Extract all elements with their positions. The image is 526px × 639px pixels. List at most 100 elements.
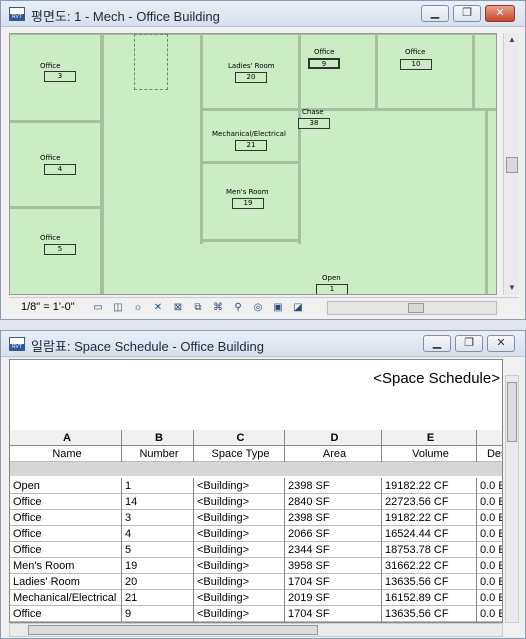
cell[interactable]: 1704 SF (285, 574, 382, 590)
cell[interactable]: <Building> (194, 526, 285, 542)
cell[interactable]: <Building> (194, 494, 285, 510)
temporary-hide-icon[interactable]: ⚲ (231, 301, 245, 314)
cell[interactable]: Mechanical/Electrical (10, 590, 122, 606)
scroll-thumb[interactable] (28, 625, 318, 635)
cell[interactable]: Office (10, 494, 122, 510)
table-row[interactable]: Open1<Building>2398 SF19182.22 CF0.0 E (10, 478, 502, 494)
cell[interactable]: Office (10, 542, 122, 558)
cell[interactable]: <Building> (194, 558, 285, 574)
scroll-thumb[interactable] (408, 303, 424, 313)
cell[interactable]: 0.0 E (477, 606, 502, 622)
cell[interactable]: <Building> (194, 590, 285, 606)
cell[interactable]: 22723.56 CF (382, 494, 477, 510)
room-tag[interactable]: 1 (316, 284, 348, 294)
cell[interactable]: 13635.56 CF (382, 574, 477, 590)
schedule-window[interactable]: RVT 일람표: Space Schedule - Office Buildin… (0, 330, 526, 639)
cell[interactable]: Desi (477, 446, 502, 462)
cell[interactable]: 19182.22 CF (382, 510, 477, 526)
schedule-titlebar[interactable]: RVT 일람표: Space Schedule - Office Buildin… (1, 331, 525, 357)
cell[interactable]: 0.0 E (477, 510, 502, 526)
room-tag[interactable]: 19 (232, 198, 264, 209)
minimize-button[interactable]: ▁ (421, 5, 449, 22)
cell[interactable]: 18753.78 CF (382, 542, 477, 558)
cell[interactable]: <Building> (194, 510, 285, 526)
shadows-icon[interactable]: ✕ (151, 301, 165, 314)
crop-view-icon[interactable]: ⊠ (171, 301, 185, 314)
show-crop-icon[interactable]: ⧉ (191, 301, 205, 314)
analysis-icon[interactable]: ▣ (271, 301, 285, 314)
cell[interactable]: 14 (122, 494, 194, 510)
cell[interactable]: 0.0 E (477, 526, 502, 542)
cell[interactable]: Area (285, 446, 382, 462)
cell[interactable]: 5 (122, 542, 194, 558)
room-tag[interactable]: 10 (400, 59, 432, 70)
floor-plan-window[interactable]: RVT 평면도: 1 - Mech - Office Building ▁ ❐ … (0, 0, 526, 320)
cell[interactable]: Men's Room (10, 558, 122, 574)
cell[interactable]: <Building> (194, 542, 285, 558)
room-tag[interactable]: 5 (44, 244, 76, 255)
cell[interactable]: 16152.89 CF (382, 590, 477, 606)
cell[interactable]: 2019 SF (285, 590, 382, 606)
cell[interactable]: 1704 SF (285, 606, 382, 622)
cell[interactable]: 0.0 E (477, 590, 502, 606)
floor-plan-canvas[interactable]: Office 3 Office 4 Office 5 Ladies' Room … (9, 33, 497, 295)
restore-button[interactable]: ❐ (453, 5, 481, 22)
scroll-thumb[interactable] (506, 157, 518, 173)
cell[interactable] (477, 430, 502, 446)
cell[interactable]: 13635.56 CF (382, 606, 477, 622)
cell[interactable]: 0.0 E (477, 542, 502, 558)
schedule-vertical-scrollbar[interactable] (505, 375, 519, 623)
scroll-thumb[interactable] (507, 382, 517, 442)
cell[interactable]: <Building> (194, 606, 285, 622)
room-tag[interactable]: 20 (235, 72, 267, 83)
cell[interactable]: 19 (122, 558, 194, 574)
cell[interactable]: 21 (122, 590, 194, 606)
sun-path-icon[interactable]: ☼ (131, 301, 145, 314)
room-tag[interactable]: 4 (44, 164, 76, 175)
cell[interactable]: C (194, 430, 285, 446)
table-row[interactable]: Office9<Building>1704 SF13635.56 CF0.0 E (10, 606, 502, 622)
plan-vertical-scrollbar[interactable]: ▲ ▼ (503, 33, 519, 295)
cell[interactable]: 0.0 E (477, 574, 502, 590)
cell[interactable]: 31662.22 CF (382, 558, 477, 574)
cell[interactable]: Number (122, 446, 194, 462)
restore-button[interactable]: ❐ (455, 335, 483, 352)
cell[interactable]: 2066 SF (285, 526, 382, 542)
cell[interactable]: Name (10, 446, 122, 462)
floor-plan-titlebar[interactable]: RVT 평면도: 1 - Mech - Office Building ▁ ❐ … (1, 1, 525, 27)
scroll-down-icon[interactable]: ▼ (504, 281, 520, 295)
cell[interactable]: E (382, 430, 477, 446)
schedule-sheet[interactable]: <Space Schedule> A B C D E Name Number Space Ty… (9, 359, 503, 623)
column-letter-row[interactable]: ABCDE (10, 430, 502, 446)
scroll-up-icon[interactable]: ▲ (504, 33, 520, 47)
cell[interactable]: B (122, 430, 194, 446)
cell[interactable]: 3 (122, 510, 194, 526)
cell[interactable]: Volume (382, 446, 477, 462)
table-row[interactable]: Ladies' Room 20 <Building> 1704 SF 13635.56 … (10, 574, 502, 590)
cell[interactable]: <Building> (194, 574, 285, 590)
cell[interactable]: A (10, 430, 122, 446)
close-button[interactable]: ✕ (487, 335, 515, 352)
cell[interactable]: 0.0 E (477, 494, 502, 510)
unlock-3d-icon[interactable]: ⌘ (211, 301, 225, 314)
room-tag[interactable]: 3 (44, 71, 76, 82)
table-row[interactable]: Mechanical/Electrical 21 <Building> 2019 SF… (10, 590, 502, 606)
cell[interactable]: Space Type (194, 446, 285, 462)
highlight-icon[interactable]: ◪ (291, 301, 305, 314)
cell[interactable]: 20 (122, 574, 194, 590)
cell[interactable]: D (285, 430, 382, 446)
cell[interactable]: 9 (122, 606, 194, 622)
cell[interactable]: 19182.22 CF (382, 478, 477, 494)
cell[interactable]: 4 (122, 526, 194, 542)
room-tag-selected[interactable]: 9 (308, 58, 340, 69)
cell[interactable]: 1 (122, 478, 194, 494)
schedule-horizontal-scrollbar[interactable] (9, 623, 503, 637)
table-row[interactable]: Office4<Building>2066 SF16524.44 CF0.0 E (10, 526, 502, 542)
cell[interactable]: Office (10, 606, 122, 622)
close-button[interactable]: ✕ (485, 5, 515, 22)
view-scale[interactable]: 1/8" = 1'-0" (21, 301, 75, 313)
cell[interactable]: <Building> (194, 478, 285, 494)
reveal-hidden-icon[interactable]: ◎ (251, 301, 265, 314)
cell[interactable]: Office (10, 526, 122, 542)
detail-level-icon[interactable]: ▭ (91, 301, 105, 314)
